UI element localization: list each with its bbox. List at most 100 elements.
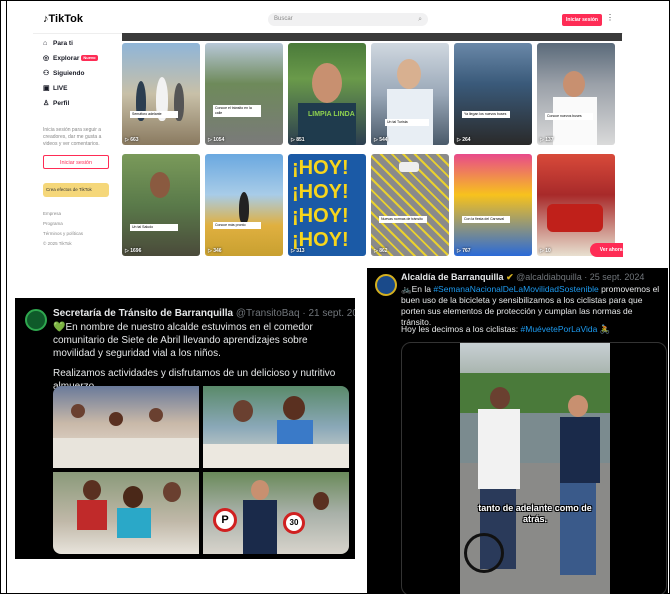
video-thumbnail[interactable]: Ya llegan los nuevos buses ▷ 264 <box>454 43 532 145</box>
video-thumbnail[interactable]: Un tal Saludo ▷ 1696 <box>122 154 200 256</box>
login-prompt-text: Inicia sesión para seguir a creadores, d… <box>43 127 102 147</box>
view-count-value: 1054 <box>213 137 225 143</box>
tweet-author[interactable]: Secretaría de Tránsito de Barranquilla @… <box>53 308 355 319</box>
view-count: ▷ 313 <box>291 248 305 254</box>
watch-now-button[interactable]: Ver ahora ⌄ <box>590 243 623 257</box>
view-count: ▷ 862 <box>374 248 388 254</box>
speed-limit-sign: 30 <box>283 512 305 534</box>
hashtag-link[interactable]: #SemanaNacionalDeLaMovilidadSostenible <box>433 284 598 294</box>
view-count-value: 862 <box>379 248 388 254</box>
shirt <box>553 97 597 145</box>
photo-children-eating[interactable] <box>203 386 349 468</box>
nav-siguiendo[interactable]: ⚇ Siguiendo <box>43 69 84 79</box>
tweet-text: 💚En nombre de nuestro alcalde estuvimos … <box>53 322 313 359</box>
woman-head <box>568 395 588 417</box>
child-head <box>123 486 143 508</box>
child-head <box>313 492 329 510</box>
photo-children-table[interactable] <box>53 386 199 468</box>
woman-jeans <box>560 483 596 575</box>
tiktok-header: ♪TikTok Buscar ⌕ Iniciar sesión ⋮ <box>33 7 623 34</box>
view-count: ▷ 264 <box>457 137 471 143</box>
tweet-video[interactable]: tanto de adelante como de atrás. <box>401 342 667 594</box>
video-thumbnail[interactable]: Conoce el tránsito en la calle ▷ 1054 <box>205 43 283 145</box>
tweet-photo-grid[interactable]: P 30 <box>53 386 349 554</box>
tiktok-logo[interactable]: ♪TikTok <box>43 13 83 25</box>
nav-label: Para ti <box>53 40 73 47</box>
table-surface <box>53 438 199 468</box>
man-shirt <box>478 409 520 489</box>
video-thumbnail[interactable]: Un tal Turista ▷ 544 <box>371 43 449 145</box>
user-icon: ♙ <box>43 100 50 107</box>
photo-children-smiling[interactable] <box>53 472 199 554</box>
view-count: ▷ 137 <box>540 137 554 143</box>
live-icon: ▣ <box>43 85 50 92</box>
video-caption: Nuevas normas de tránsito <box>379 216 427 223</box>
bicycle-wheel <box>464 533 504 573</box>
video-thumbnail[interactable]: LIMPIA LINDA ▷ 851 <box>288 43 366 145</box>
search-placeholder: Buscar <box>274 16 293 22</box>
video-thumbnail[interactable]: Semáforo adelante ▷ 663 <box>122 43 200 145</box>
hashtag-link[interactable]: #MuévetePorLaVida <box>521 324 598 334</box>
child-head <box>233 400 253 422</box>
video-thumbnail[interactable]: ▷ 10 <box>537 154 615 256</box>
hoy-line: ¡HOY! <box>292 181 349 203</box>
video-thumbnail[interactable]: Conoce más pronto ▷ 346 <box>205 154 283 256</box>
video-thumbnail[interactable]: Con la fiesta del Carnaval ▷ 767 <box>454 154 532 256</box>
author-handle: @TransitoBaq · 21 sept. 2024 <box>235 308 355 319</box>
avatar[interactable] <box>375 274 397 296</box>
tweet-transito[interactable]: Secretaría de Tránsito de Barranquilla @… <box>15 298 355 559</box>
video-subtitle: tanto de adelante como de atrás. <box>478 503 592 524</box>
table-surface <box>203 444 349 468</box>
tweet-author[interactable]: Alcaldía de Barranquilla ✔ @alcaldiabqui… <box>401 272 644 283</box>
bicycle-icon: 🚴 <box>599 324 611 334</box>
man-head <box>490 387 510 409</box>
nav-explorar[interactable]: ◎ Explorar Nuevo <box>43 54 98 64</box>
photo-traffic-signs[interactable]: P 30 <box>203 472 349 554</box>
nav-perfil[interactable]: ♙ Perfil <box>43 99 69 109</box>
child-shirt <box>117 508 151 538</box>
avatar[interactable] <box>25 309 47 331</box>
video-thumbnail[interactable]: ¡HOY! ¡HOY! ¡HOY! ¡HOY! ▷ 313 <box>288 154 366 256</box>
view-count: ▷ 767 <box>457 248 471 254</box>
search-input[interactable]: Buscar ⌕ <box>268 13 428 26</box>
person-face <box>312 63 342 103</box>
link-programa[interactable]: Programa <box>43 219 83 229</box>
effects-banner[interactable]: Crea efectos de TikTok <box>43 183 109 197</box>
nav-label: Perfil <box>53 100 70 107</box>
car-shape <box>399 162 419 172</box>
search-icon[interactable]: ⌕ <box>418 13 422 26</box>
link-terminos[interactable]: Términos y políticas <box>43 229 83 239</box>
video-thumbnail[interactable]: Conoce nuevos buses ▷ 137 <box>537 43 615 145</box>
more-options-icon[interactable]: ⋮ <box>606 13 614 22</box>
tweet-alcaldia[interactable]: Alcaldía de Barranquilla ✔ @alcaldiabqui… <box>367 268 668 594</box>
shirt <box>298 103 356 145</box>
hoy-line: ¡HOY! <box>292 157 349 179</box>
shirt <box>387 89 433 145</box>
copyright: © 2025 TikTok <box>43 241 72 246</box>
view-count: ▷ 544 <box>374 137 388 143</box>
view-count-value: 137 <box>545 137 554 143</box>
view-count-value: 1696 <box>130 248 142 254</box>
link-empresa[interactable]: Empresa <box>43 209 83 219</box>
nav-live[interactable]: ▣ LIVE <box>43 84 67 94</box>
nav-label: Explorar <box>53 55 80 62</box>
compass-icon: ◎ <box>43 55 50 62</box>
home-icon: ⌂ <box>43 40 48 47</box>
view-count: ▷ 851 <box>291 137 305 143</box>
child-head <box>83 480 101 500</box>
video-caption: Conoce el tránsito en la calle <box>213 105 261 117</box>
tiktok-sidebar: ⌂ Para ti ◎ Explorar Nuevo ⚇ Siguiendo ▣ LIVE… <box>33 35 113 265</box>
sidebar-login-button[interactable]: Iniciar sesión <box>43 155 109 169</box>
child-head <box>163 482 181 502</box>
person-figure <box>239 192 249 224</box>
view-count-value: 10 <box>545 248 551 254</box>
login-button[interactable]: Iniciar sesión <box>562 14 602 26</box>
video-caption: Con la fiesta del Carnaval <box>462 216 510 223</box>
video-thumbnail[interactable]: Nuevas normas de tránsito ▷ 862 <box>371 154 449 256</box>
hoy-text-stack: ¡HOY! ¡HOY! ¡HOY! ¡HOY! <box>292 156 349 252</box>
child-head <box>71 404 85 418</box>
video-caption: Un tal Turista <box>385 119 429 126</box>
video-frame[interactable]: tanto de adelante como de atrás. <box>460 343 610 594</box>
hoy-line: ¡HOY! <box>292 205 349 227</box>
nav-para-ti[interactable]: ⌂ Para ti <box>43 39 73 49</box>
